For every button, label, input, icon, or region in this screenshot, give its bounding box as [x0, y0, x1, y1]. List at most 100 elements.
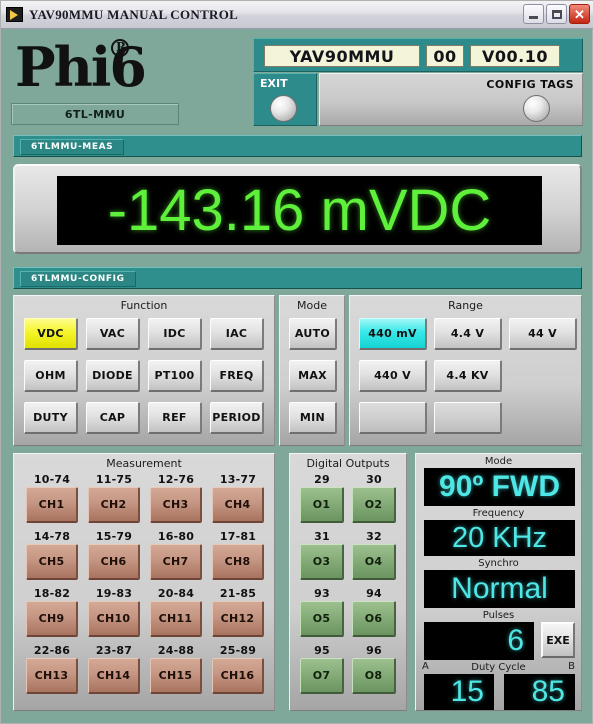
function-button-iac[interactable]: IAC	[210, 318, 264, 350]
close-button[interactable]: ✕	[569, 4, 590, 24]
channel-button-ch2[interactable]: CH2	[88, 487, 140, 523]
function-button-label: DUTY	[33, 411, 68, 424]
function-button-diode[interactable]: DIODE	[86, 360, 140, 392]
measurement-channels-group: Measurement 10-74 CH1 11-75 CH2 12-76 CH3 13-7…	[13, 453, 275, 711]
function-button-pt100[interactable]: PT100	[148, 360, 202, 392]
channel-button-ch12[interactable]: CH12	[212, 601, 264, 637]
function-button-duty[interactable]: DUTY	[24, 402, 78, 434]
function-button-label: DIODE	[92, 369, 133, 382]
channel-button-label: CH14	[96, 669, 131, 682]
duty-b-label: B	[568, 661, 575, 672]
device-name-field: YAV90MMU	[264, 45, 420, 67]
app-icon	[6, 7, 23, 22]
channel-button-ch6[interactable]: CH6	[88, 544, 140, 580]
mode-group-title: Mode	[297, 299, 327, 312]
channel-button-ch4[interactable]: CH4	[212, 487, 264, 523]
channel-terminal-label: 19-83	[95, 587, 133, 600]
device-id-bar: YAV90MMU 00 V00.10	[253, 38, 583, 72]
channel-terminal-label: 16-80	[157, 530, 195, 543]
channel-button-ch1[interactable]: CH1	[26, 487, 78, 523]
header-action-bar: EXIT CONFIG TAGS	[253, 73, 583, 126]
channel-button-ch13[interactable]: CH13	[26, 658, 78, 694]
digital-output-button-label: O6	[364, 612, 383, 625]
config-tags-knob-icon[interactable]	[523, 95, 550, 122]
digital-output-button-o2[interactable]: O2	[352, 487, 396, 523]
channel-button-ch16[interactable]: CH16	[212, 658, 264, 694]
config-tags-label: CONFIG TAGS	[486, 78, 574, 91]
digital-output-terminal-label: 95	[314, 644, 330, 657]
duty-a-lcd: 15	[424, 674, 494, 710]
channel-terminal-label: 23-87	[95, 644, 133, 657]
digital-outputs-group: Digital Outputs 29 O1 30 O2 31 O3 32 O4 93 O5 94 O6…	[289, 453, 407, 711]
digital-output-button-label: O3	[312, 555, 331, 568]
channel-terminal-label: 10-74	[33, 473, 71, 486]
range-button-4-4-v[interactable]: 4.4 V	[434, 318, 502, 350]
digital-output-button-o1[interactable]: O1	[300, 487, 344, 523]
status-panel: Mode 90º FWD Frequency 20 KHz Synchro No…	[415, 453, 582, 711]
function-button-label: VAC	[99, 327, 126, 340]
range-button-label: 440 V	[374, 369, 411, 382]
channel-button-ch9[interactable]: CH9	[26, 601, 78, 637]
measure-section-header: 6TLMMU-MEAS	[13, 135, 582, 157]
digital-output-button-o8[interactable]: O8	[352, 658, 396, 694]
mode-button-min[interactable]: MIN	[289, 402, 337, 434]
measurement-lcd: -143.16 mVDC	[57, 176, 542, 245]
channel-button-ch3[interactable]: CH3	[150, 487, 202, 523]
measure-section-header-label: 6TLMMU-MEAS	[20, 139, 125, 155]
channel-button-ch10[interactable]: CH10	[88, 601, 140, 637]
duty-a-label: A	[422, 661, 429, 672]
exit-button[interactable]: EXIT	[253, 73, 317, 126]
window-title: YAV90MMU MANUAL CONTROL	[29, 6, 239, 22]
digital-output-button-o5[interactable]: O5	[300, 601, 344, 637]
function-button-freq[interactable]: FREQ	[210, 360, 264, 392]
function-button-vac[interactable]: VAC	[86, 318, 140, 350]
function-button-cap[interactable]: CAP	[86, 402, 140, 434]
function-button-period[interactable]: PERIOD	[210, 402, 264, 434]
channel-button-label: CH8	[224, 555, 251, 568]
channel-button-ch5[interactable]: CH5	[26, 544, 78, 580]
minimize-button[interactable]	[523, 4, 544, 24]
range-button-440-v[interactable]: 440 V	[359, 360, 427, 392]
function-button-label: CAP	[99, 411, 126, 424]
function-button-idc[interactable]: IDC	[148, 318, 202, 350]
digital-output-terminal-label: 94	[366, 587, 382, 600]
channel-button-ch11[interactable]: CH11	[150, 601, 202, 637]
channel-terminal-label: 15-79	[95, 530, 133, 543]
channel-terminal-label: 18-82	[33, 587, 71, 600]
channel-button-ch15[interactable]: CH15	[150, 658, 202, 694]
range-button-440-mv[interactable]: 440 mV	[359, 318, 427, 350]
status-pulses-value: 6	[507, 624, 524, 657]
range-button-44-v[interactable]: 44 V	[509, 318, 577, 350]
config-tags-button[interactable]: CONFIG TAGS	[319, 73, 583, 126]
status-pulses-lcd[interactable]: 6	[424, 622, 534, 660]
channel-button-ch7[interactable]: CH7	[150, 544, 202, 580]
channel-button-ch8[interactable]: CH8	[212, 544, 264, 580]
digital-output-button-o3[interactable]: O3	[300, 544, 344, 580]
range-button-4-4-kv[interactable]: 4.4 KV	[434, 360, 502, 392]
channel-button-label: CH11	[158, 612, 193, 625]
exit-label: EXIT	[260, 77, 288, 90]
digital-output-button-o4[interactable]: O4	[352, 544, 396, 580]
exit-knob-icon[interactable]	[270, 95, 297, 122]
exe-button[interactable]: EXE	[541, 622, 575, 658]
function-button-label: REF	[162, 411, 187, 424]
function-button-ohm[interactable]: OHM	[24, 360, 78, 392]
function-button-ref[interactable]: REF	[148, 402, 202, 434]
channel-button-label: CH3	[162, 498, 189, 511]
channel-terminal-label: 12-76	[157, 473, 195, 486]
range-button-label: 440 mV	[368, 327, 417, 340]
maximize-button[interactable]	[546, 4, 567, 24]
mode-button-label: AUTO	[294, 327, 331, 340]
digital-output-button-o7[interactable]: O7	[300, 658, 344, 694]
function-button-vdc[interactable]: VDC	[24, 318, 78, 350]
function-button-label: VDC	[37, 327, 64, 340]
digital-output-terminal-label: 31	[314, 530, 330, 543]
config-section-header-label: 6TLMMU-CONFIG	[20, 271, 136, 287]
function-group-title: Function	[120, 299, 168, 312]
mode-button-max[interactable]: MAX	[289, 360, 337, 392]
mode-button-auto[interactable]: AUTO	[289, 318, 337, 350]
digital-output-terminal-label: 96	[366, 644, 382, 657]
channel-button-ch14[interactable]: CH14	[88, 658, 140, 694]
config-section-header: 6TLMMU-CONFIG	[13, 267, 582, 289]
digital-output-button-o6[interactable]: O6	[352, 601, 396, 637]
